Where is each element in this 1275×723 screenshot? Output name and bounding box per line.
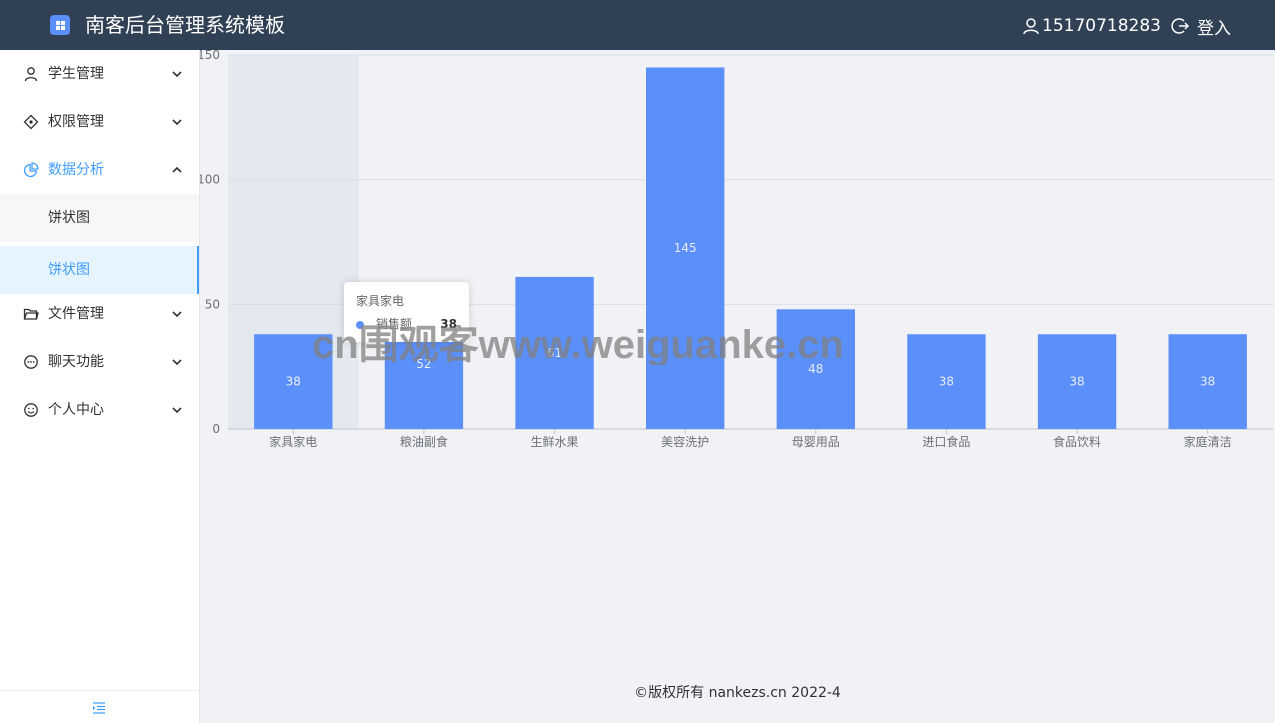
bar-value-label: 38 <box>1200 375 1215 389</box>
pie-chart-icon <box>23 162 39 178</box>
chevron-down-icon <box>170 67 184 81</box>
logout-icon[interactable] <box>1171 17 1189 35</box>
sidebar-subitem-label: 饼状图 <box>48 262 90 278</box>
bar-value-label: 38 <box>939 375 954 389</box>
x-tick-label: 家具家电 <box>269 434 317 449</box>
x-tick-label: 粮油副食 <box>400 434 448 449</box>
permission-icon <box>23 114 39 130</box>
sidebar-item-label: 聊天功能 <box>48 354 104 370</box>
sidebar-item-data-analysis[interactable]: 数据分析 <box>0 146 199 194</box>
bar-value-label: 38 <box>1069 375 1084 389</box>
app-title: 南客后台管理系统模板 <box>85 13 285 37</box>
y-tick-label: 50 <box>205 297 220 311</box>
sidebar-subitem-pie-chart-2[interactable]: 饼状图 <box>0 246 199 294</box>
bar-value-label: 145 <box>674 241 697 255</box>
x-tick-label: 进口食品 <box>922 434 970 449</box>
chevron-down-icon <box>170 307 184 321</box>
sidebar-item-student-management[interactable]: 学生管理 <box>0 50 199 98</box>
sidebar-item-permission-management[interactable]: 权限管理 <box>0 98 199 146</box>
sidebar-item-chat[interactable]: 聊天功能 <box>0 338 199 386</box>
top-navbar: 南客后台管理系统模板 15170718283 登入 <box>0 0 1275 50</box>
x-tick-label: 美容洗护 <box>661 434 709 449</box>
chat-icon <box>23 354 39 370</box>
x-tick-label: 家庭清洁 <box>1184 434 1232 449</box>
x-tick-label: 食品饮料 <box>1053 434 1101 449</box>
app-logo-icon <box>50 15 70 35</box>
chevron-down-icon <box>170 403 184 417</box>
smile-icon <box>23 402 39 418</box>
bar-chart-svg: 05010015038家具家电52粮油副食61生鲜水果145美容洗护48母婴用品… <box>200 50 1273 449</box>
sidebar-item-file-management[interactable]: 文件管理 <box>0 290 199 338</box>
footer-copyright: ©版权所有 nankezs.cn 2022-4 <box>634 685 841 701</box>
user-phone: 15170718283 <box>1042 16 1161 36</box>
sidebar-item-personal-center[interactable]: 个人中心 <box>0 386 199 434</box>
sidebar-item-label: 学生管理 <box>48 66 104 82</box>
user-icon <box>1022 17 1040 35</box>
login-link[interactable]: 登入 <box>1197 14 1231 39</box>
user-area: 15170718283 登入 <box>1022 14 1231 39</box>
sidebar-item-label: 数据分析 <box>48 162 104 178</box>
sidebar-item-label: 个人中心 <box>48 402 104 418</box>
chevron-down-icon <box>170 115 184 129</box>
x-tick-label: 生鲜水果 <box>531 435 579 449</box>
bar-value-label: 38 <box>286 375 301 389</box>
sidebar: 学生管理 权限管理 数据分析 饼状图 饼状图 文件管理 聊天功能 个人中心 <box>0 50 200 723</box>
x-tick-label: 母婴用品 <box>792 435 840 449</box>
chevron-up-icon <box>170 163 184 177</box>
y-tick-label: 0 <box>212 422 220 436</box>
folder-icon <box>23 306 39 322</box>
user-icon <box>23 66 39 82</box>
y-tick-label: 150 <box>200 50 220 62</box>
y-tick-label: 100 <box>200 173 220 187</box>
sidebar-subitem-label: 饼状图 <box>48 210 90 226</box>
sidebar-collapse-button[interactable] <box>0 690 199 723</box>
sidebar-item-label: 权限管理 <box>48 114 104 130</box>
menu-fold-icon <box>92 700 106 714</box>
chevron-down-icon <box>170 355 184 369</box>
sidebar-subitem-pie-chart-1[interactable]: 饼状图 <box>0 194 199 242</box>
sidebar-item-label: 文件管理 <box>48 306 104 322</box>
tooltip-title: 家具家电 <box>356 294 405 308</box>
watermark: cn围观客www.weiguanke.cn <box>312 325 844 365</box>
